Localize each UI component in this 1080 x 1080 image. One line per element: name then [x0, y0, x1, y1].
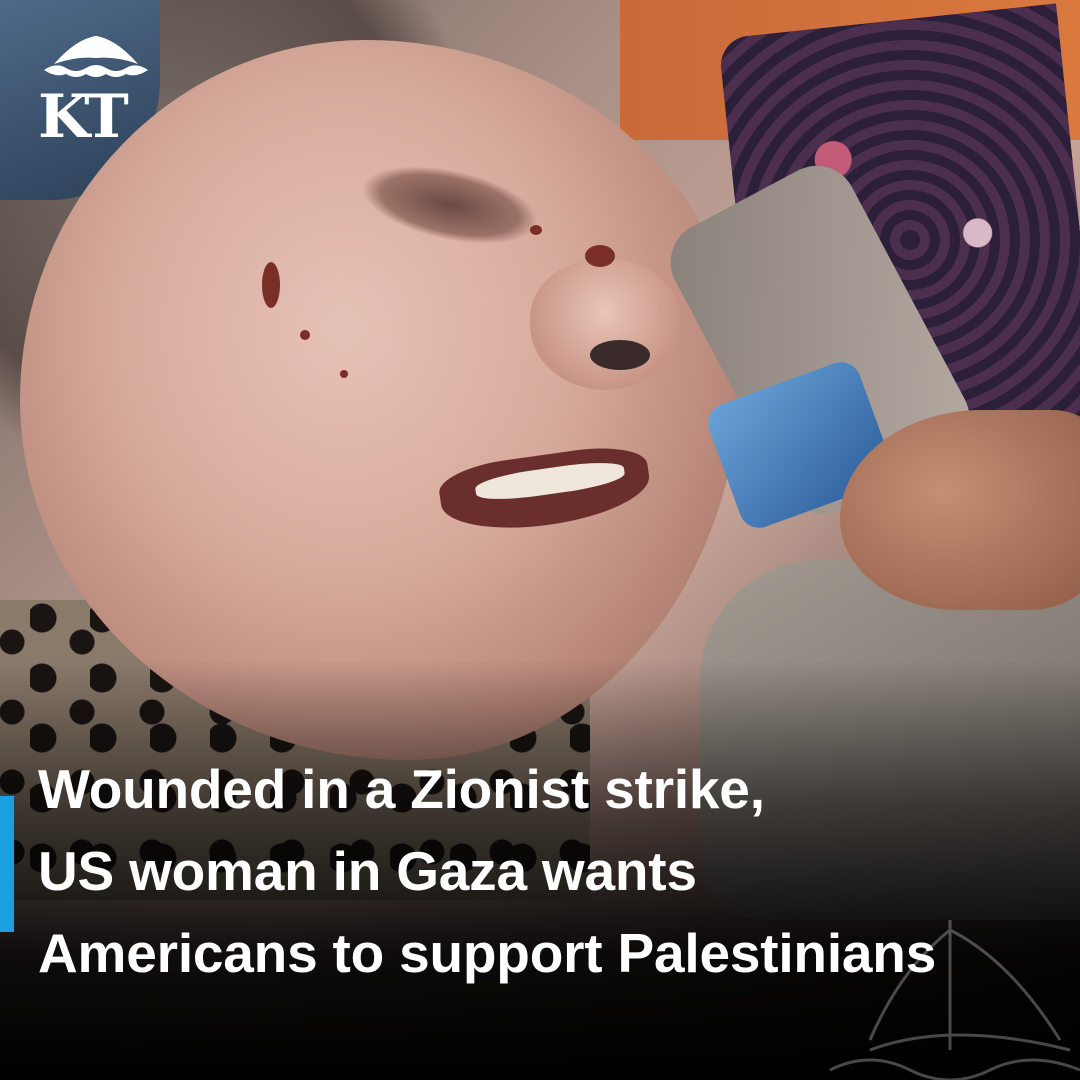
wound-mark	[300, 330, 310, 340]
nostril	[590, 340, 650, 370]
wound-mark	[262, 262, 280, 308]
wound-mark	[340, 370, 348, 378]
headline-line-1: Wounded in a Zionist strike,	[38, 758, 765, 820]
nose	[530, 260, 680, 390]
logo-wordmark: KT	[38, 82, 129, 152]
news-card: KT Wounded in a Zionist strike, US woman…	[0, 0, 1080, 1080]
wound-mark	[585, 245, 615, 267]
accent-bar	[0, 796, 14, 932]
wound-mark	[530, 225, 542, 235]
ship-watermark-icon	[829, 920, 1080, 1080]
